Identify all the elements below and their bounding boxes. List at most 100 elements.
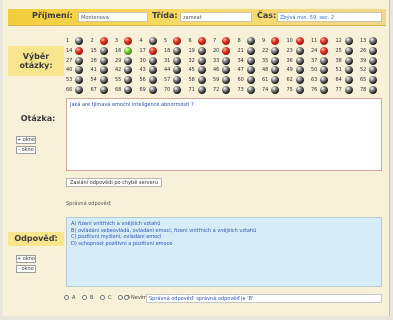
question-select-item[interactable]: 52 xyxy=(360,66,382,75)
question-select-item[interactable]: 11 xyxy=(311,37,333,46)
status-ball-icon[interactable] xyxy=(75,56,83,65)
question-select-item[interactable]: 29 xyxy=(115,56,137,66)
status-ball-icon[interactable] xyxy=(246,66,255,75)
question-select-item[interactable]: 12 xyxy=(336,37,358,46)
question-select-item[interactable]: 14 xyxy=(66,46,88,56)
question-select-item[interactable]: 13 xyxy=(360,37,382,46)
question-select-item[interactable]: 38 xyxy=(336,56,358,66)
status-ball-icon[interactable] xyxy=(197,66,206,75)
status-ball-icon[interactable] xyxy=(99,86,108,94)
status-ball-icon[interactable] xyxy=(344,86,353,94)
status-ball-icon[interactable] xyxy=(148,37,157,45)
question-select-item[interactable]: 8 xyxy=(238,37,260,46)
question-select-item[interactable]: 63 xyxy=(311,76,333,85)
status-ball-icon[interactable] xyxy=(99,76,108,85)
question-select-item[interactable]: 7 xyxy=(213,37,235,46)
question-select-item[interactable]: 74 xyxy=(262,86,284,95)
question-select-item[interactable]: 37 xyxy=(311,56,333,66)
question-select-item[interactable]: 27 xyxy=(66,56,88,66)
question-window-minus-button[interactable]: - okno xyxy=(16,146,36,154)
status-ball-icon[interactable] xyxy=(99,37,108,45)
question-select-item[interactable]: 60 xyxy=(238,76,260,85)
question-select-item[interactable]: 73 xyxy=(238,86,260,95)
status-ball-icon[interactable] xyxy=(148,66,157,75)
question-select-item[interactable]: 66 xyxy=(66,86,88,95)
answer-window-minus-button[interactable]: - okno xyxy=(16,265,36,273)
question-select-item[interactable]: 44 xyxy=(164,66,186,75)
status-ball-icon[interactable] xyxy=(148,86,157,94)
question-select-item[interactable]: 59 xyxy=(213,76,235,85)
question-select-item[interactable]: 78 xyxy=(360,86,382,95)
question-select-item[interactable]: 20 xyxy=(213,46,235,56)
question-select-item[interactable]: 42 xyxy=(115,66,137,75)
status-ball-icon[interactable] xyxy=(320,86,328,94)
status-ball-icon[interactable] xyxy=(295,56,304,65)
question-select-item[interactable]: 49 xyxy=(287,66,309,75)
status-ball-icon[interactable] xyxy=(271,46,279,55)
radio-a[interactable] xyxy=(64,295,69,300)
status-ball-icon[interactable] xyxy=(222,86,230,94)
status-ball-icon[interactable] xyxy=(197,46,206,55)
question-select-item[interactable]: 50 xyxy=(311,66,333,75)
status-ball-icon[interactable] xyxy=(124,86,132,94)
question-select-item[interactable]: 75 xyxy=(287,86,309,95)
status-ball-icon[interactable] xyxy=(75,86,83,94)
radio-c[interactable] xyxy=(100,295,105,300)
question-select-item[interactable]: 76 xyxy=(311,86,333,95)
status-ball-icon[interactable] xyxy=(369,46,377,55)
question-select-item[interactable]: 30 xyxy=(140,56,162,66)
status-ball-icon[interactable] xyxy=(295,76,304,85)
status-ball-icon[interactable] xyxy=(99,66,108,75)
question-select-item[interactable]: 53 xyxy=(66,76,88,85)
question-select-item[interactable]: 54 xyxy=(91,76,113,85)
question-select-item[interactable]: 21 xyxy=(238,46,260,56)
question-select-item[interactable]: 70 xyxy=(164,86,186,95)
question-select-item[interactable]: 40 xyxy=(66,66,88,75)
status-ball-icon[interactable] xyxy=(271,56,279,65)
question-select-item[interactable]: 24 xyxy=(311,46,333,56)
status-ball-icon[interactable] xyxy=(173,66,181,75)
question-select-item[interactable]: 26 xyxy=(360,46,382,56)
status-ball-icon[interactable] xyxy=(369,86,377,94)
question-select-item[interactable]: 25 xyxy=(336,46,358,56)
question-select-item[interactable]: 31 xyxy=(164,56,186,66)
question-select-item[interactable]: 68 xyxy=(115,86,137,95)
radio-d[interactable] xyxy=(118,295,123,300)
answer-textarea[interactable]: A) řízení vnitřních a vnějších vztahů B)… xyxy=(66,217,382,287)
question-select-item[interactable]: 58 xyxy=(189,76,211,85)
question-select-item[interactable]: 62 xyxy=(287,76,309,85)
question-select-item[interactable]: 36 xyxy=(287,56,309,66)
status-ball-icon[interactable] xyxy=(295,37,304,45)
question-select-item[interactable]: 9 xyxy=(262,37,284,46)
question-select-item[interactable]: 1 xyxy=(66,37,88,46)
question-select-item[interactable]: 47 xyxy=(238,66,260,75)
question-select-item[interactable]: 72 xyxy=(213,86,235,95)
question-select-item[interactable]: 55 xyxy=(115,76,137,85)
status-ball-icon[interactable] xyxy=(246,76,255,85)
question-select-item[interactable]: 39 xyxy=(360,56,382,66)
status-ball-icon[interactable] xyxy=(173,76,181,85)
status-ball-icon[interactable] xyxy=(197,76,206,85)
status-ball-icon[interactable] xyxy=(246,56,255,65)
question-select-item[interactable]: 28 xyxy=(91,56,113,66)
question-select-item[interactable]: 71 xyxy=(189,86,211,95)
status-ball-icon[interactable] xyxy=(295,46,304,55)
status-ball-icon[interactable] xyxy=(75,37,83,45)
question-textarea[interactable]: Jaká are tjímavá emoční inteligence abno… xyxy=(66,98,382,171)
surname-field[interactable]: Montenova xyxy=(78,12,148,22)
question-select-item[interactable]: 48 xyxy=(262,66,284,75)
status-ball-icon[interactable] xyxy=(344,37,353,45)
question-select-item[interactable]: 10 xyxy=(287,37,309,46)
question-select-item[interactable]: 5 xyxy=(164,37,186,46)
status-ball-icon[interactable] xyxy=(99,56,108,65)
status-ball-icon[interactable] xyxy=(320,66,328,75)
question-select-item[interactable]: 32 xyxy=(189,56,211,66)
status-ball-icon[interactable] xyxy=(124,76,132,85)
status-ball-icon[interactable] xyxy=(222,66,230,75)
question-select-item[interactable]: 19 xyxy=(189,46,211,56)
radio-b[interactable] xyxy=(82,295,87,300)
question-select-item[interactable]: 69 xyxy=(140,86,162,95)
status-ball-icon[interactable] xyxy=(369,66,377,75)
question-select-item[interactable]: 6 xyxy=(189,37,211,46)
question-select-item[interactable]: 22 xyxy=(262,46,284,56)
